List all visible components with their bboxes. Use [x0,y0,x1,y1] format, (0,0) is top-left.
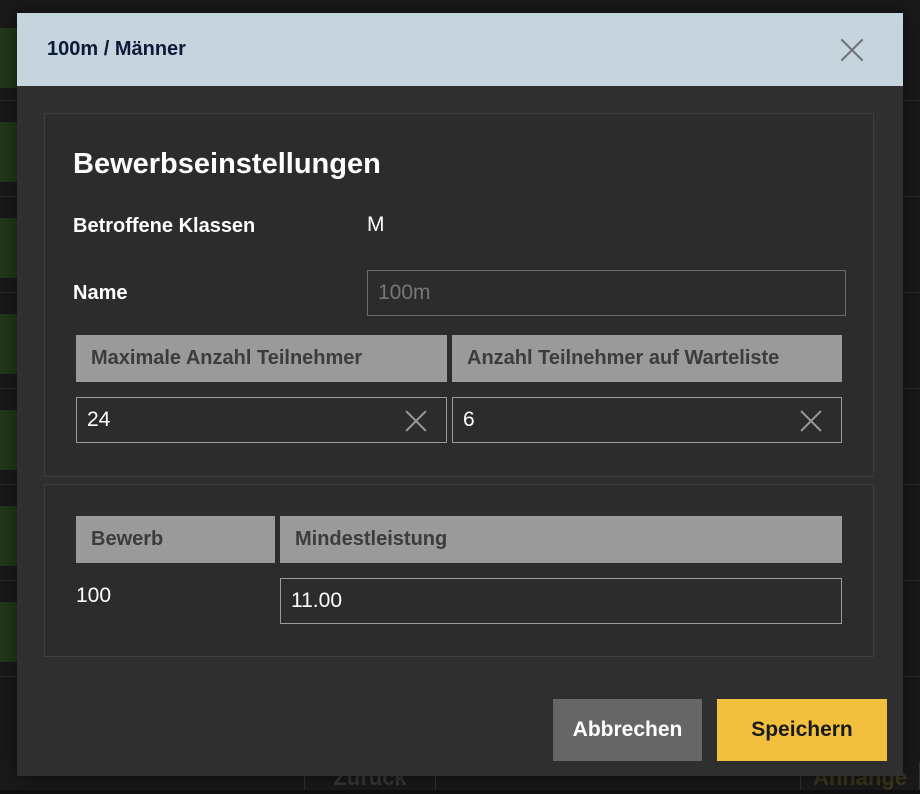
clear-icon[interactable] [404,409,428,433]
dialog-header: 100m / Männer [17,13,903,86]
cancel-button[interactable]: Abbrechen [553,699,702,761]
section-title: Bewerbseinstellungen [73,148,381,180]
event-column-header: Bewerb [76,516,275,563]
max-participants-header: Maximale Anzahl Teilnehmer [76,335,447,382]
event-cell: 100 [76,584,112,607]
close-icon[interactable] [839,37,865,63]
dialog-title: 100m / Männer [47,38,186,60]
min-performance-value: 11.00 [291,589,342,612]
min-performance-column-header: Mindestleistung [280,516,842,563]
min-performance-input[interactable]: 11.00 [280,578,842,624]
clear-icon[interactable] [799,409,823,433]
name-field-value: 100m [378,281,431,304]
bg-row-marker [0,602,18,662]
max-participants-value: 24 [87,408,111,431]
bg-row-marker [0,314,18,374]
max-participants-input[interactable]: 24 [76,397,447,443]
affected-classes-label: Betroffene Klassen [73,215,256,237]
bg-row-marker [0,218,18,278]
waitlist-input[interactable]: 6 [452,397,842,443]
settings-panel: Bewerbseinstellungen Betroffene Klassen … [44,113,874,477]
bg-row-marker [0,28,18,88]
affected-classes-value: M [367,213,385,236]
waitlist-header: Anzahl Teilnehmer auf Warteliste [452,335,842,382]
bg-row-marker [0,410,18,470]
bg-row-marker [0,506,18,566]
save-button[interactable]: Speichern [717,699,887,761]
waitlist-value: 6 [463,408,475,431]
name-label: Name [73,282,128,304]
name-field[interactable]: 100m [367,270,846,316]
bg-row-marker [0,122,18,182]
edit-event-dialog: 100m / Männer Bewerbseinstellungen Betro… [17,13,903,776]
performance-panel: Bewerb Mindestleistung 100 11.00 [44,484,874,657]
